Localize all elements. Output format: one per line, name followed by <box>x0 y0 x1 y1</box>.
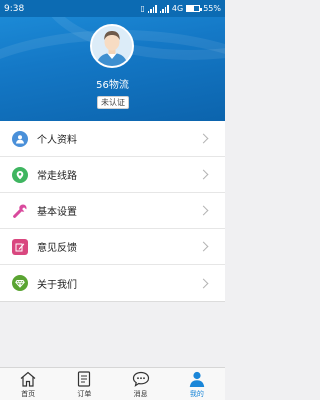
menu-item-frequent-routes[interactable]: 常走线路 <box>0 157 225 193</box>
bottom-tab-bar: 首页 订单 消息 我的 <box>0 367 225 400</box>
menu-item-feedback[interactable]: 意见反馈 <box>0 229 225 265</box>
tab-label: 首页 <box>21 390 36 398</box>
company-name: 56物流 <box>96 80 129 91</box>
tab-mine[interactable]: 我的 <box>169 368 225 400</box>
chevron-right-icon <box>198 241 209 252</box>
vibrate-icon: ▯ <box>140 4 145 13</box>
tab-label: 消息 <box>133 390 148 398</box>
diamond-icon <box>12 275 28 291</box>
menu-item-label: 意见反馈 <box>37 243 77 254</box>
menu-item-label: 个人资料 <box>37 135 77 146</box>
chevron-right-icon <box>198 169 209 180</box>
chevron-right-icon <box>198 133 209 144</box>
menu-item-personal-info[interactable]: 个人资料 <box>0 121 225 157</box>
chevron-right-icon <box>198 278 209 288</box>
chevron-right-icon <box>198 205 209 216</box>
verify-status-badge[interactable]: 未认证 <box>97 96 129 109</box>
profile-menu: 个人资料 常走线路 基本设置 意见反馈 关于我们 <box>0 121 225 302</box>
avatar[interactable] <box>90 24 134 68</box>
driver-avatar-icon <box>92 26 132 66</box>
chat-bubble-icon <box>132 371 149 387</box>
tab-label: 订单 <box>77 390 92 398</box>
edit-icon <box>12 238 28 255</box>
battery-icon <box>186 5 203 12</box>
menu-item-basic-settings[interactable]: 基本设置 <box>0 193 225 229</box>
battery-level: 55% <box>203 4 221 13</box>
wrench-icon <box>12 203 28 219</box>
signal-icon <box>147 4 157 13</box>
status-time: 9:38 <box>4 3 25 14</box>
home-icon <box>20 371 36 387</box>
profile-header: 56物流 未认证 <box>0 0 225 121</box>
network-type: 4G <box>171 4 184 13</box>
menu-item-about-us[interactable]: 关于我们 <box>0 265 225 301</box>
tab-home[interactable]: 首页 <box>0 368 56 400</box>
tab-orders[interactable]: 订单 <box>56 368 112 400</box>
document-icon <box>78 371 91 387</box>
menu-item-label: 关于我们 <box>37 279 77 291</box>
person-icon <box>12 130 28 147</box>
signal-icon <box>159 4 169 13</box>
status-bar: 9:38 ▯ 4G 55% <box>0 0 225 17</box>
location-pin-icon <box>12 166 28 183</box>
tab-messages[interactable]: 消息 <box>113 368 169 400</box>
user-icon <box>189 371 205 387</box>
menu-item-label: 常走线路 <box>37 171 77 182</box>
menu-item-label: 基本设置 <box>37 207 77 218</box>
tab-label: 我的 <box>189 390 204 398</box>
